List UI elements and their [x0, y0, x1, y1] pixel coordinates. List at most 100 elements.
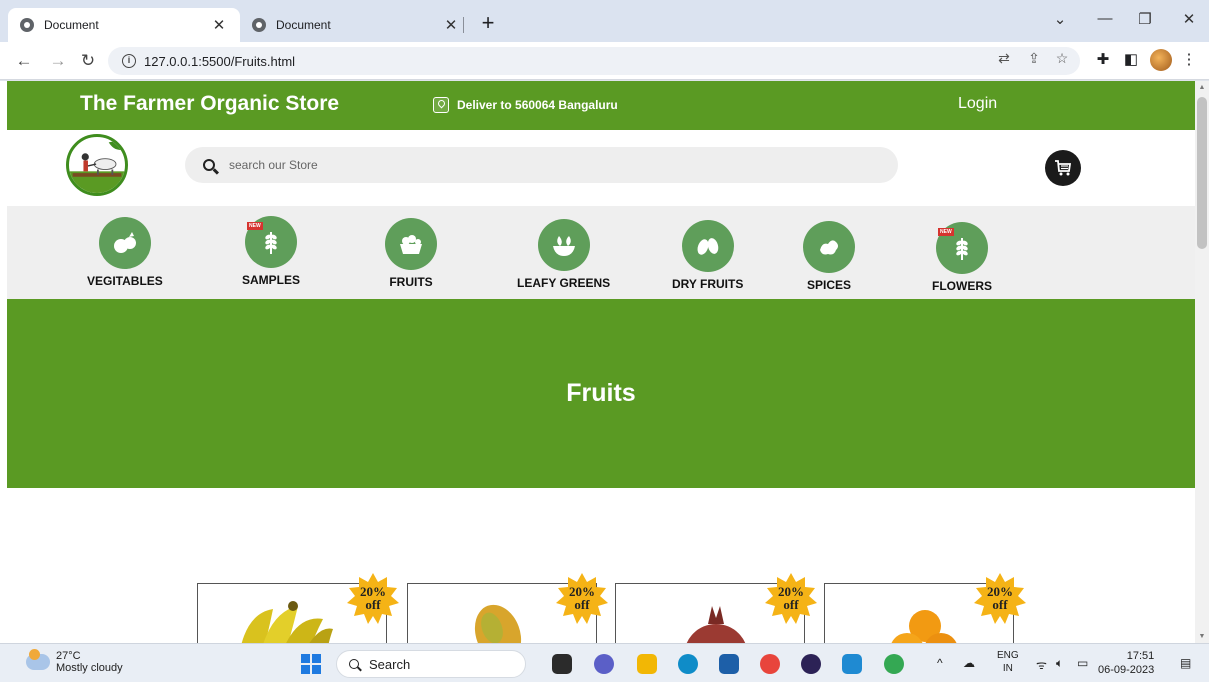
site-info-icon[interactable]: i [122, 54, 136, 68]
discount-badge: 20% off [347, 573, 399, 625]
category-label: DRY FRUITS [672, 277, 744, 291]
volume-icon[interactable]: 🔈︎ [1056, 656, 1063, 671]
tab-separator [463, 17, 464, 33]
system-clock[interactable]: 17:51 06-09-2023 [1098, 649, 1154, 677]
share-icon[interactable]: ⇪ [1024, 50, 1044, 67]
deliver-text: Deliver to 560064 Bangaluru [457, 98, 618, 112]
microsoft-store-icon[interactable] [719, 654, 739, 674]
category-label: FLOWERS [932, 279, 992, 293]
side-panel-icon[interactable]: ◧ [1120, 50, 1142, 68]
forward-icon[interactable]: → [48, 51, 68, 71]
weather-widget[interactable]: 27°C Mostly cloudy [26, 649, 123, 674]
weather-icon [26, 649, 50, 670]
task-view-icon[interactable] [552, 654, 572, 674]
category-samples[interactable]: NEW SAMPLES [242, 216, 300, 287]
extensions-icon[interactable]: ✚ [1092, 50, 1114, 68]
category-label: VEGITABLES [87, 274, 163, 288]
address-bar[interactable]: i 127.0.0.1:5500/Fruits.html [108, 47, 1080, 75]
scroll-up-icon[interactable]: ▲ [1197, 84, 1207, 91]
clock-time: 17:51 [1126, 650, 1155, 662]
notifications-icon[interactable]: ▤ [1180, 656, 1191, 670]
chrome-profile-icon[interactable] [884, 654, 904, 674]
page-banner: Fruits [7, 299, 1195, 488]
discount-off: off [574, 597, 590, 612]
close-tab-icon[interactable]: ✕ [442, 16, 460, 34]
globe-icon [20, 18, 34, 32]
category-label: SPICES [806, 278, 851, 292]
globe-icon [252, 18, 266, 32]
search-input[interactable] [229, 158, 829, 172]
teams-chat-icon[interactable] [594, 654, 614, 674]
category-spices[interactable]: SPICES [803, 221, 855, 292]
close-window-icon[interactable]: ✕ [1174, 10, 1204, 28]
taskbar-search-label: Search [369, 656, 411, 672]
reload-icon[interactable]: ↻ [78, 51, 98, 71]
tab-search-icon[interactable]: ⌄ [1045, 10, 1075, 28]
discount-off: off [783, 597, 799, 612]
category-bar: VEGITABLES NEW SAMPLES FRUITS LEAFY GREE… [7, 206, 1195, 299]
category-label: LEAFY GREENS [517, 276, 611, 290]
edge-browser-icon[interactable] [678, 654, 698, 674]
fruit-basket-icon [385, 218, 437, 270]
tab-title: Document [276, 18, 331, 32]
windows-start-icon[interactable] [301, 654, 321, 674]
brand-title[interactable]: The Farmer Organic Store [80, 92, 339, 116]
vegetables-icon [98, 217, 151, 269]
browser-tab-active[interactable]: Document ✕ [8, 8, 240, 42]
taskbar-search[interactable]: Search [336, 650, 526, 678]
discount-badge: 20% off [765, 573, 817, 625]
search-icon[interactable] [203, 159, 215, 171]
show-hidden-icons[interactable]: ^ [937, 656, 943, 670]
browser-tab-strip: Document ✕ Document ✕ + ⌄ — ❐ ✕ [0, 0, 1209, 42]
new-tab-icon[interactable]: + [476, 11, 500, 35]
language-indicator[interactable]: ENG IN [997, 649, 1019, 675]
browser-tab-inactive[interactable]: Document ✕ [240, 8, 472, 42]
onedrive-cloud-icon[interactable]: ☁ [963, 656, 975, 670]
weather-temp: 27°C [56, 650, 81, 662]
menu-icon[interactable]: ⋮ [1178, 50, 1200, 68]
lang-code: ENG [997, 650, 1019, 661]
category-leafy-greens[interactable]: LEAFY GREENS [517, 219, 610, 290]
eclipse-icon[interactable] [801, 654, 821, 674]
page-viewport: The Farmer Organic Store Deliver to 5600… [0, 81, 1209, 643]
site-header: The Farmer Organic Store Deliver to 5600… [7, 81, 1195, 130]
restore-icon[interactable]: ❐ [1130, 10, 1160, 28]
page-scrollbar[interactable]: ▲ ▼ [1195, 81, 1209, 643]
translate-icon[interactable]: ⇄ [994, 50, 1014, 67]
wifi-icon[interactable]: ᯤ [1036, 656, 1047, 673]
minimize-icon[interactable]: — [1090, 10, 1120, 27]
discount-off: off [365, 597, 381, 612]
bookmark-star-icon[interactable]: ☆ [1052, 50, 1072, 67]
login-link[interactable]: Login [958, 95, 997, 113]
new-badge: NEW [938, 228, 954, 236]
chrome-icon[interactable] [760, 654, 780, 674]
scroll-down-icon[interactable]: ▼ [1197, 633, 1207, 640]
tab-title: Document [44, 18, 99, 32]
wheat-icon: NEW [936, 222, 988, 274]
new-badge: NEW [247, 222, 263, 230]
ginger-icon [803, 221, 855, 273]
back-icon[interactable]: ← [14, 51, 34, 71]
category-fruits[interactable]: FRUITS [385, 218, 437, 289]
file-explorer-icon[interactable] [637, 654, 657, 674]
battery-icon[interactable]: ▭ [1077, 656, 1088, 670]
vscode-icon[interactable] [842, 654, 862, 674]
cart-button[interactable] [1045, 150, 1081, 186]
browser-toolbar: ← → ↻ i 127.0.0.1:5500/Fruits.html ⇄ ⇪ ☆… [0, 42, 1209, 80]
wheat-icon: NEW [245, 216, 297, 268]
category-dry-fruits[interactable]: DRY FRUITS [672, 220, 743, 291]
discount-badge: 20% off [974, 573, 1026, 625]
weather-desc: Mostly cloudy [56, 662, 123, 674]
store-search[interactable] [185, 147, 898, 183]
profile-avatar[interactable] [1150, 49, 1172, 71]
page-title: Fruits [566, 379, 636, 407]
category-flowers[interactable]: NEW FLOWERS [932, 222, 992, 293]
store-logo[interactable] [66, 134, 128, 196]
clock-date: 06-09-2023 [1098, 664, 1155, 676]
category-vegitables[interactable]: VEGITABLES [87, 217, 163, 288]
taskbar: 27°C Mostly cloudy Search ^ ☁ ENG IN ᯤ 🔈… [0, 643, 1209, 682]
lang-region: IN [1002, 663, 1013, 674]
scrollbar-thumb[interactable] [1197, 97, 1207, 249]
close-tab-icon[interactable]: ✕ [210, 16, 228, 34]
deliver-location[interactable]: Deliver to 560064 Bangaluru [433, 97, 618, 113]
